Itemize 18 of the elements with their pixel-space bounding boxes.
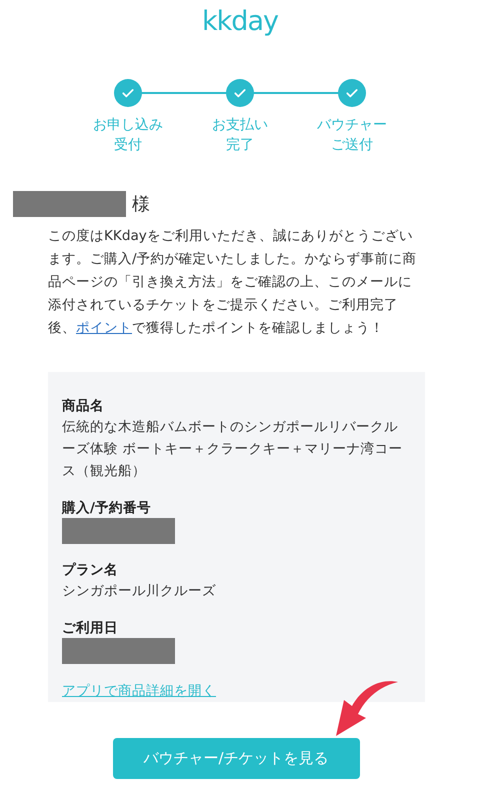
step-label: 受付	[114, 136, 142, 155]
step-label: 完了	[226, 136, 254, 155]
step-label: お支払い	[212, 116, 268, 135]
field-label: プラン名	[62, 561, 119, 580]
field-label: 商品名	[62, 397, 105, 416]
field-label: ご利用日	[62, 619, 119, 638]
step-label: ご送付	[331, 136, 373, 155]
field-value: シンガポール川クルーズ	[62, 582, 217, 601]
app-link[interactable]: アプリで商品詳細を開く	[62, 683, 216, 699]
field-label: 購入/予約番号	[62, 499, 152, 518]
field-value: 伝統的な木造船バムボートのシンガポールリバークルーズ体験 ボートキー＋クラークキー＋マリーナ湾コース（観光船）	[62, 418, 404, 481]
message-text: この度はKKdayをご利用いただき、誠にありがとうございます。ご購入/予約が確定いたしました。かならず事前に商品ページの「引き換え方法」をご確認の上、このメールに添付されているチケットをご提示ください。ご利用完了後、ポイント で獲得したポイントを確認しましょう！	[48, 227, 418, 338]
logo: kkday	[201, 5, 279, 39]
step-label: お申し込み	[93, 116, 163, 135]
points-link[interactable]: ポイント	[76, 320, 132, 336]
salutation: 様	[132, 193, 150, 216]
view-voucher-button[interactable]: バウチャー/チケットを見る	[112, 738, 360, 779]
step-label: バウチャー	[317, 116, 387, 135]
